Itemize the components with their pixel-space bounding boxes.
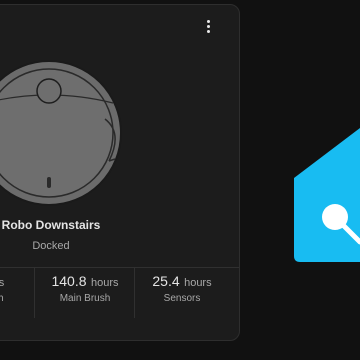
vacuum-card: Robo Downstairs Docked hours Brush 140.8… <box>0 4 240 341</box>
vacuum-status: Docked <box>32 240 70 252</box>
stat-unit: hours <box>0 277 4 289</box>
stat-unit: hours <box>184 277 212 289</box>
vacuum-name: Robo Downstairs <box>1 218 101 232</box>
stat-brush[interactable]: hours Brush <box>0 268 34 318</box>
more-options-icon[interactable] <box>200 15 216 37</box>
stat-sensors[interactable]: 25.4 hours Sensors <box>134 268 229 318</box>
stat-label: Brush <box>0 293 34 304</box>
robot-vacuum-image[interactable] <box>0 53 133 213</box>
stat-value: 140.8 <box>51 273 87 289</box>
stats-row: hours Brush 140.8 hours Main Brush 25.4 … <box>0 268 239 318</box>
stat-value: 25.4 <box>152 273 180 289</box>
stat-label: Sensors <box>163 293 201 304</box>
stat-label: Main Brush <box>59 293 111 304</box>
stat-unit: hours <box>90 277 119 289</box>
home-assistant-logo-icon <box>294 128 360 262</box>
stat-main-brush[interactable]: 140.8 hours Main Brush <box>34 268 135 318</box>
